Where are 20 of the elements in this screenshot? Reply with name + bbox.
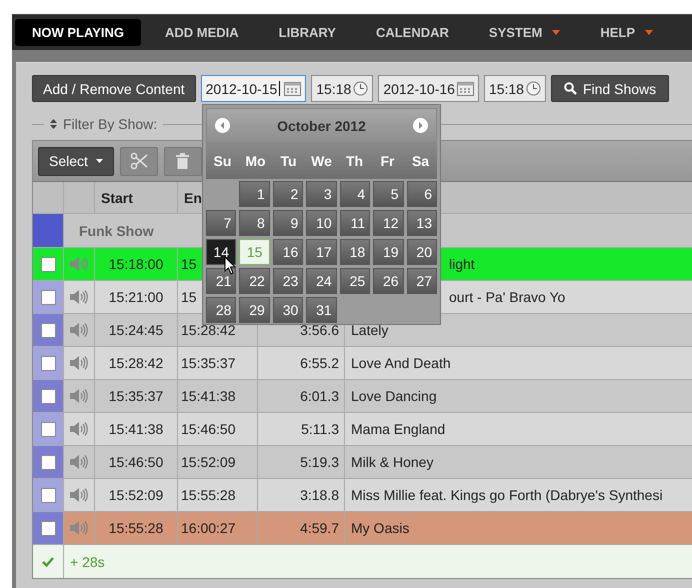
title-text: Miss Millie feat. Kings go Forth (Dabrye's Synthesi <box>351 487 663 503</box>
weekday-label: Fr <box>380 153 396 169</box>
title-text: ourt - Pa' Bravo Yo <box>449 289 566 305</box>
weekday-label: Su <box>212 153 232 169</box>
title-text: light <box>449 256 475 272</box>
time-difference-text: + 28s <box>69 552 106 572</box>
month-title: October 2012 <box>277 118 366 134</box>
title-text: Milk & Honey <box>351 454 434 470</box>
title-text: My Oasis <box>351 520 410 536</box>
weekday-label: Th <box>344 153 364 169</box>
weekday-label: We <box>310 153 333 169</box>
title-text: Mama England <box>351 421 446 437</box>
weekday-label: Tu <box>279 153 298 169</box>
title-text: Lately <box>351 322 388 338</box>
weekday-label: Mo <box>244 153 267 169</box>
title-text: Love Dancing <box>351 388 437 404</box>
title-text: Love And Death <box>351 355 451 371</box>
column-header: Start <box>95 182 178 213</box>
weekday-label: Sa <box>410 153 430 169</box>
show-name: Funk Show <box>79 222 154 238</box>
